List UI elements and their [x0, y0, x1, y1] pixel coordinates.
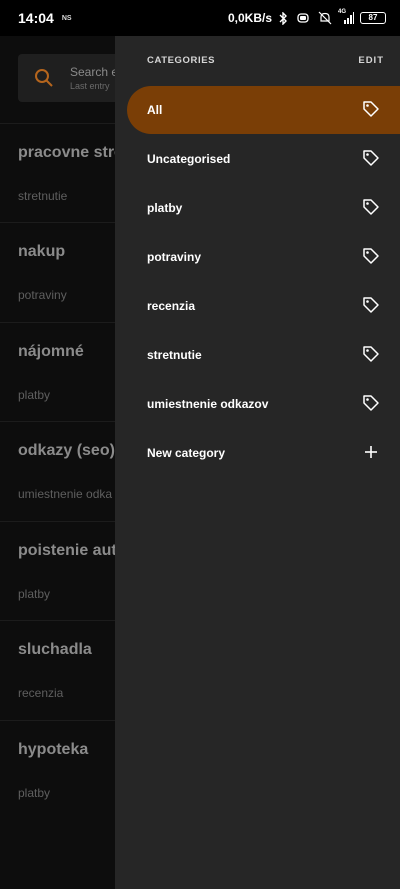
entry-category: platby — [18, 587, 51, 601]
category-label: platby — [147, 201, 183, 215]
battery-level: 87 — [368, 13, 378, 22]
plus-icon — [362, 443, 380, 466]
category-item-all[interactable]: All — [127, 86, 400, 134]
network-type: 4G — [338, 9, 347, 15]
tag-icon — [362, 394, 380, 417]
entry-title: poistenie auta — [18, 542, 126, 559]
entry-category: potraviny — [18, 288, 67, 302]
tag-icon — [362, 247, 380, 270]
entry-title: pracovne stre — [18, 144, 123, 161]
entry-title: sluchadla — [18, 641, 92, 658]
signal-icon: 4G — [338, 9, 354, 24]
entry-title: hypoteka — [18, 741, 89, 758]
category-label: stretnutie — [147, 348, 202, 362]
category-item-uncategorised[interactable]: Uncategorised — [127, 135, 400, 183]
entry-category: stretnutie — [18, 189, 68, 203]
tag-icon — [362, 149, 380, 172]
tag-icon — [362, 100, 380, 123]
category-item-umiestnenie-odkazov[interactable]: umiestnenie odkazov — [127, 380, 400, 428]
entry-category: platby — [18, 388, 51, 402]
network-speed: 0,0KB/s — [227, 11, 272, 25]
search-icon — [34, 68, 54, 93]
new-category-button[interactable]: New category — [127, 429, 400, 477]
category-label: umiestnenie odkazov — [147, 397, 269, 411]
bluetooth-icon — [278, 11, 288, 25]
category-label: potraviny — [147, 250, 202, 264]
entry-title: odkazy (seo) — [18, 442, 115, 459]
entry-category: umiestnenie odka — [18, 487, 113, 501]
mute-bell-icon — [318, 11, 332, 25]
categories-drawer: CATEGORIES EDIT All Uncategorised platby… — [115, 36, 400, 889]
category-label: All — [147, 103, 163, 117]
tag-icon — [362, 345, 380, 368]
status-ns-label: NS — [61, 14, 72, 22]
category-label: Uncategorised — [147, 152, 231, 166]
entry-title: nájomné — [18, 343, 84, 360]
new-category-label: New category — [147, 446, 226, 460]
entry-title: nakup — [18, 243, 66, 260]
edit-button[interactable]: EDIT — [358, 55, 384, 66]
drawer-header: CATEGORIES — [147, 55, 216, 66]
tag-icon — [362, 198, 380, 221]
category-label: recenzia — [147, 299, 196, 313]
tag-icon — [362, 296, 380, 319]
category-item-platby[interactable]: platby — [127, 184, 400, 232]
entry-category: platby — [18, 786, 51, 800]
search-placeholder: Search e — [70, 65, 119, 79]
battery-icon: 87 — [360, 12, 386, 24]
entry-category: recenzia — [18, 686, 64, 700]
search-subtitle: Last entry — [70, 81, 110, 91]
status-time: 14:04 — [18, 10, 54, 26]
category-item-potraviny[interactable]: potraviny — [127, 233, 400, 281]
category-item-recenzia[interactable]: recenzia — [127, 282, 400, 330]
vibrate-icon — [294, 12, 312, 24]
status-bar: 14:04 NS 0,0KB/s 4G 87 — [0, 0, 400, 36]
category-item-stretnutie[interactable]: stretnutie — [127, 331, 400, 379]
